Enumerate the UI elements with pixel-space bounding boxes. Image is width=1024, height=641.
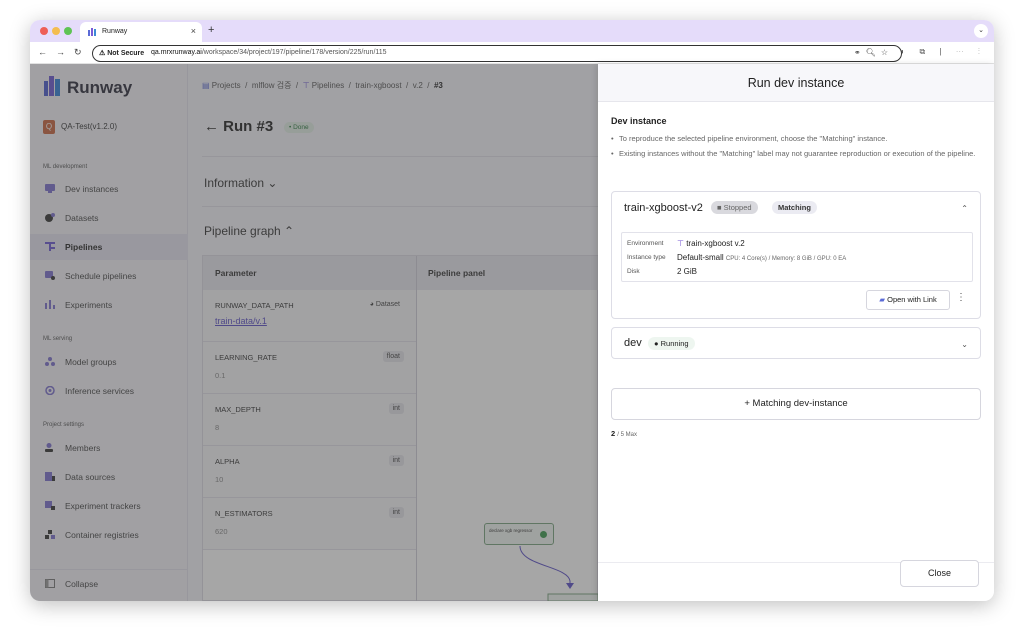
count-max: / 5 Max: [617, 432, 637, 438]
info-bullet: Existing instances without the "Matching…: [611, 148, 983, 159]
url-text: qa.mrxrunway.ai/workspace/34/project/197…: [151, 49, 387, 56]
instance-card-train-xgboost-v2: train-xgboost-v2 ■ Stopped Matching ⌃ En…: [611, 191, 981, 319]
runway-page: Runway Q QA-Test(v1.2.0) ML development D…: [30, 64, 994, 601]
more-options-icon[interactable]: ⋮: [956, 292, 966, 303]
add-matching-dev-instance-button[interactable]: + Matching dev-instance: [611, 388, 981, 420]
close-window-dot[interactable]: [40, 27, 48, 35]
count-value: 2: [611, 429, 616, 438]
address-bar-actions[interactable]: ⚭🔍︎☆: [854, 48, 893, 57]
info-bullet: To reproduce the selected pipeline envir…: [611, 133, 983, 144]
info-list: To reproduce the selected pipeline envir…: [611, 133, 983, 163]
instance-count: 2 / 5 Max: [611, 429, 637, 438]
link-icon: ▰: [879, 295, 888, 304]
disk-label: Disk: [627, 268, 640, 275]
instance-type-text: Default-small: [677, 253, 724, 262]
back-icon[interactable]: ←: [38, 47, 47, 57]
url-host: qa.mrxrunway.ai: [151, 49, 202, 56]
drawer-title: Run dev instance: [598, 64, 994, 102]
minimize-window-dot[interactable]: [52, 27, 60, 35]
url-path: /workspace/34/project/197/pipeline/178/v…: [201, 49, 387, 56]
new-tab-button[interactable]: +: [208, 24, 214, 36]
tab-search-icon[interactable]: ⌄: [974, 24, 988, 38]
environment-text: train-xgboost v.2: [686, 239, 745, 248]
instance-name: train-xgboost-v2: [624, 202, 703, 214]
run-dev-instance-drawer: Run dev instance Dev instance To reprodu…: [598, 64, 994, 601]
runway-favicon-icon: [88, 28, 96, 36]
tab-title: Runway: [102, 28, 128, 35]
maximize-window-dot[interactable]: [64, 27, 72, 35]
instance-name: dev: [624, 337, 642, 349]
close-button[interactable]: Close: [900, 560, 979, 587]
open-with-link-button[interactable]: ▰ Open with Link: [866, 290, 950, 310]
tab-close-icon[interactable]: ×: [191, 26, 196, 36]
browser-window: Runway × + ⌄ ← → ↻ ⚠ Not Secure qa.mrxru…: [30, 20, 994, 601]
reload-icon[interactable]: ↻: [74, 47, 82, 58]
tab-bar: Runway × + ⌄: [30, 20, 994, 42]
address-bar[interactable]: ⚠ Not Secure qa.mrxrunway.ai/workspace/3…: [92, 45, 902, 62]
drawer-subtitle: Dev instance: [611, 116, 667, 126]
environment-label: Environment: [627, 240, 664, 247]
open-with-link-label: Open with Link: [887, 295, 937, 304]
not-secure-badge[interactable]: ⚠ Not Secure: [99, 49, 144, 57]
collapse-card-icon[interactable]: ⌃: [961, 204, 968, 213]
extension-icons[interactable]: ◐ ⧉ | ⋯ ⋮: [900, 47, 986, 57]
modal-overlay[interactable]: [30, 64, 598, 601]
instance-type-label: Instance type: [627, 254, 666, 261]
browser-tab[interactable]: Runway ×: [80, 22, 202, 42]
pipeline-icon: ⊤: [677, 239, 687, 248]
expand-card-icon[interactable]: ⌄: [961, 340, 968, 349]
matching-badge: Matching: [772, 201, 817, 214]
instance-details: Environment ⊤ train-xgboost v.2 Instance…: [621, 232, 973, 282]
instance-spec: CPU: 4 Core(s) / Memory: 8 GiB / GPU: 0 …: [725, 256, 847, 262]
environment-value: ⊤ train-xgboost v.2: [677, 239, 745, 248]
disk-value: 2 GiB: [677, 267, 698, 276]
forward-icon[interactable]: →: [56, 47, 65, 57]
browser-toolbar: ← → ↻ ⚠ Not Secure qa.mrxrunway.ai/works…: [30, 42, 994, 64]
instance-type-value: Default-small CPU: 4 Core(s) / Memory: 8…: [677, 253, 846, 262]
instance-card-dev[interactable]: dev ● Running ⌄: [611, 327, 981, 359]
running-badge: ● Running: [648, 337, 695, 350]
stopped-badge: ■ Stopped: [711, 201, 758, 214]
